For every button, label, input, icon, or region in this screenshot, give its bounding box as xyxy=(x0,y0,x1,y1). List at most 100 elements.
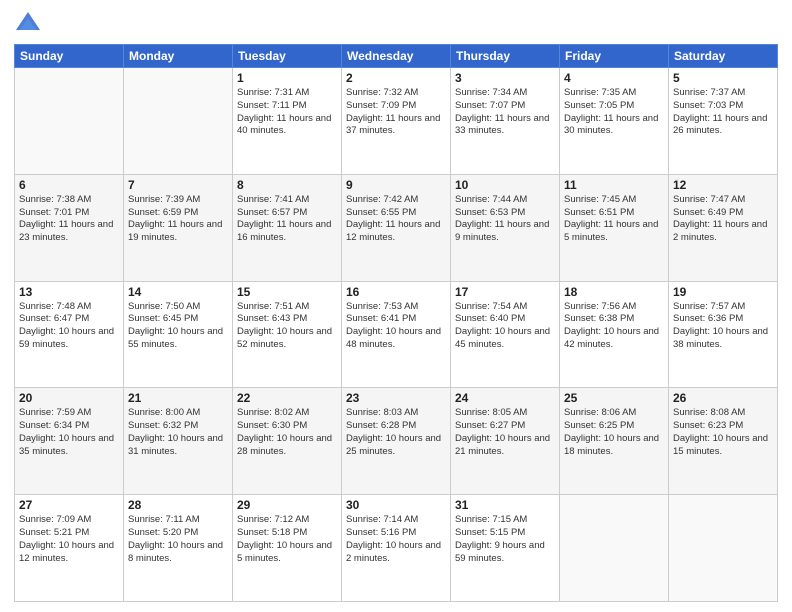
week-row-4: 27 Sunrise: 7:09 AM Sunset: 5:21 PM Dayli… xyxy=(15,495,778,602)
header-cell-monday: Monday xyxy=(124,45,233,68)
week-row-1: 6 Sunrise: 7:38 AM Sunset: 7:01 PM Daylig… xyxy=(15,174,778,281)
day-info: Sunrise: 7:15 AM Sunset: 5:15 PM Dayligh… xyxy=(455,514,555,565)
header-cell-friday: Friday xyxy=(560,45,669,68)
day-info: Sunrise: 7:39 AM Sunset: 6:59 PM Dayligh… xyxy=(128,194,228,245)
day-number: 31 xyxy=(455,498,555,512)
day-cell: 3Sunrise: 7:34 AM Sunset: 7:07 PM Daylig… xyxy=(451,68,560,175)
day-number: 23 xyxy=(346,391,446,405)
day-number: 30 xyxy=(346,498,446,512)
day-number: 2 xyxy=(346,71,446,85)
day-number: 1 xyxy=(237,71,337,85)
day-cell xyxy=(15,68,124,175)
day-cell: 5 Sunrise: 7:37 AM Sunset: 7:03 PM Daylig… xyxy=(669,68,778,175)
day-cell xyxy=(560,495,669,602)
day-number: 20 xyxy=(19,391,119,405)
day-number: 4 xyxy=(564,71,664,85)
day-info: Sunrise: 7:53 AM Sunset: 6:41 PM Dayligh… xyxy=(346,301,446,352)
day-cell: 2 Sunrise: 7:32 AM Sunset: 7:09 PM Daylig… xyxy=(342,68,451,175)
day-info: Sunrise: 7:12 AM Sunset: 5:18 PM Dayligh… xyxy=(237,514,337,565)
day-number: 8 xyxy=(237,178,337,192)
day-info: Sunrise: 7:45 AM Sunset: 6:51 PM Dayligh… xyxy=(564,194,664,245)
day-info: Sunrise: 7:11 AM Sunset: 5:20 PM Dayligh… xyxy=(128,514,228,565)
day-cell: 1 Sunrise: 7:31 AM Sunset: 7:11 PM Daylig… xyxy=(233,68,342,175)
day-number: 13 xyxy=(19,285,119,299)
day-number: 22 xyxy=(237,391,337,405)
day-cell: 19 Sunrise: 7:57 AM Sunset: 6:36 PM Dayli… xyxy=(669,281,778,388)
day-cell: 11 Sunrise: 7:45 AM Sunset: 6:51 PM Dayli… xyxy=(560,174,669,281)
day-info: Sunrise: 8:06 AM Sunset: 6:25 PM Dayligh… xyxy=(564,407,664,458)
day-cell: 16Sunrise: 7:53 AM Sunset: 6:41 PM Dayli… xyxy=(342,281,451,388)
day-number: 11 xyxy=(564,178,664,192)
day-cell: 29 Sunrise: 7:12 AM Sunset: 5:18 PM Dayli… xyxy=(233,495,342,602)
day-cell: 8Sunrise: 7:41 AM Sunset: 6:57 PM Daylig… xyxy=(233,174,342,281)
day-info: Sunrise: 7:51 AM Sunset: 6:43 PM Dayligh… xyxy=(237,301,337,352)
day-cell: 12 Sunrise: 7:47 AM Sunset: 6:49 PM Dayli… xyxy=(669,174,778,281)
day-number: 24 xyxy=(455,391,555,405)
day-info: Sunrise: 8:03 AM Sunset: 6:28 PM Dayligh… xyxy=(346,407,446,458)
header-cell-sunday: Sunday xyxy=(15,45,124,68)
day-number: 14 xyxy=(128,285,228,299)
day-info: Sunrise: 7:59 AM Sunset: 6:34 PM Dayligh… xyxy=(19,407,119,458)
day-cell: 23 Sunrise: 8:03 AM Sunset: 6:28 PM Dayli… xyxy=(342,388,451,495)
day-info: Sunrise: 7:47 AM Sunset: 6:49 PM Dayligh… xyxy=(673,194,773,245)
day-info: Sunrise: 7:34 AM Sunset: 7:07 PM Dayligh… xyxy=(455,87,555,138)
header-cell-wednesday: Wednesday xyxy=(342,45,451,68)
calendar-table: SundayMondayTuesdayWednesdayThursdayFrid… xyxy=(14,44,778,602)
logo xyxy=(14,10,46,38)
day-cell xyxy=(124,68,233,175)
day-number: 19 xyxy=(673,285,773,299)
day-number: 29 xyxy=(237,498,337,512)
day-info: Sunrise: 7:48 AM Sunset: 6:47 PM Dayligh… xyxy=(19,301,119,352)
day-cell: 24 Sunrise: 8:05 AM Sunset: 6:27 PM Dayli… xyxy=(451,388,560,495)
day-number: 6 xyxy=(19,178,119,192)
header-cell-tuesday: Tuesday xyxy=(233,45,342,68)
day-number: 26 xyxy=(673,391,773,405)
header-cell-saturday: Saturday xyxy=(669,45,778,68)
day-number: 12 xyxy=(673,178,773,192)
day-number: 10 xyxy=(455,178,555,192)
day-cell: 17Sunrise: 7:54 AM Sunset: 6:40 PM Dayli… xyxy=(451,281,560,388)
day-info: Sunrise: 7:42 AM Sunset: 6:55 PM Dayligh… xyxy=(346,194,446,245)
day-info: Sunrise: 7:50 AM Sunset: 6:45 PM Dayligh… xyxy=(128,301,228,352)
day-cell: 4 Sunrise: 7:35 AM Sunset: 7:05 PM Daylig… xyxy=(560,68,669,175)
day-number: 21 xyxy=(128,391,228,405)
day-number: 27 xyxy=(19,498,119,512)
day-cell: 31 Sunrise: 7:15 AM Sunset: 5:15 PM Dayli… xyxy=(451,495,560,602)
calendar-header: SundayMondayTuesdayWednesdayThursdayFrid… xyxy=(15,45,778,68)
day-cell: 22 Sunrise: 8:02 AM Sunset: 6:30 PM Dayli… xyxy=(233,388,342,495)
header xyxy=(14,10,778,38)
day-info: Sunrise: 7:35 AM Sunset: 7:05 PM Dayligh… xyxy=(564,87,664,138)
day-cell: 14 Sunrise: 7:50 AM Sunset: 6:45 PM Dayli… xyxy=(124,281,233,388)
day-number: 17 xyxy=(455,285,555,299)
day-info: Sunrise: 8:05 AM Sunset: 6:27 PM Dayligh… xyxy=(455,407,555,458)
day-cell: 13 Sunrise: 7:48 AM Sunset: 6:47 PM Dayli… xyxy=(15,281,124,388)
page: SundayMondayTuesdayWednesdayThursdayFrid… xyxy=(0,0,792,612)
day-info: Sunrise: 7:09 AM Sunset: 5:21 PM Dayligh… xyxy=(19,514,119,565)
day-cell: 30 Sunrise: 7:14 AM Sunset: 5:16 PM Dayli… xyxy=(342,495,451,602)
day-info: Sunrise: 7:14 AM Sunset: 5:16 PM Dayligh… xyxy=(346,514,446,565)
day-number: 5 xyxy=(673,71,773,85)
day-cell: 10 Sunrise: 7:44 AM Sunset: 6:53 PM Dayli… xyxy=(451,174,560,281)
day-cell: 9Sunrise: 7:42 AM Sunset: 6:55 PM Daylig… xyxy=(342,174,451,281)
day-cell: 28Sunrise: 7:11 AM Sunset: 5:20 PM Dayli… xyxy=(124,495,233,602)
day-cell: 27 Sunrise: 7:09 AM Sunset: 5:21 PM Dayli… xyxy=(15,495,124,602)
header-cell-thursday: Thursday xyxy=(451,45,560,68)
day-number: 7 xyxy=(128,178,228,192)
day-cell: 15 Sunrise: 7:51 AM Sunset: 6:43 PM Dayli… xyxy=(233,281,342,388)
day-cell: 25Sunrise: 8:06 AM Sunset: 6:25 PM Dayli… xyxy=(560,388,669,495)
day-info: Sunrise: 7:38 AM Sunset: 7:01 PM Dayligh… xyxy=(19,194,119,245)
day-info: Sunrise: 7:57 AM Sunset: 6:36 PM Dayligh… xyxy=(673,301,773,352)
day-cell: 18Sunrise: 7:56 AM Sunset: 6:38 PM Dayli… xyxy=(560,281,669,388)
day-info: Sunrise: 8:02 AM Sunset: 6:30 PM Dayligh… xyxy=(237,407,337,458)
week-row-2: 13 Sunrise: 7:48 AM Sunset: 6:47 PM Dayli… xyxy=(15,281,778,388)
week-row-0: 1 Sunrise: 7:31 AM Sunset: 7:11 PM Daylig… xyxy=(15,68,778,175)
day-info: Sunrise: 7:56 AM Sunset: 6:38 PM Dayligh… xyxy=(564,301,664,352)
day-number: 15 xyxy=(237,285,337,299)
day-info: Sunrise: 7:37 AM Sunset: 7:03 PM Dayligh… xyxy=(673,87,773,138)
day-cell: 20 Sunrise: 7:59 AM Sunset: 6:34 PM Dayli… xyxy=(15,388,124,495)
header-row: SundayMondayTuesdayWednesdayThursdayFrid… xyxy=(15,45,778,68)
day-cell: 7 Sunrise: 7:39 AM Sunset: 6:59 PM Daylig… xyxy=(124,174,233,281)
day-info: Sunrise: 7:31 AM Sunset: 7:11 PM Dayligh… xyxy=(237,87,337,138)
day-info: Sunrise: 7:44 AM Sunset: 6:53 PM Dayligh… xyxy=(455,194,555,245)
day-info: Sunrise: 7:32 AM Sunset: 7:09 PM Dayligh… xyxy=(346,87,446,138)
